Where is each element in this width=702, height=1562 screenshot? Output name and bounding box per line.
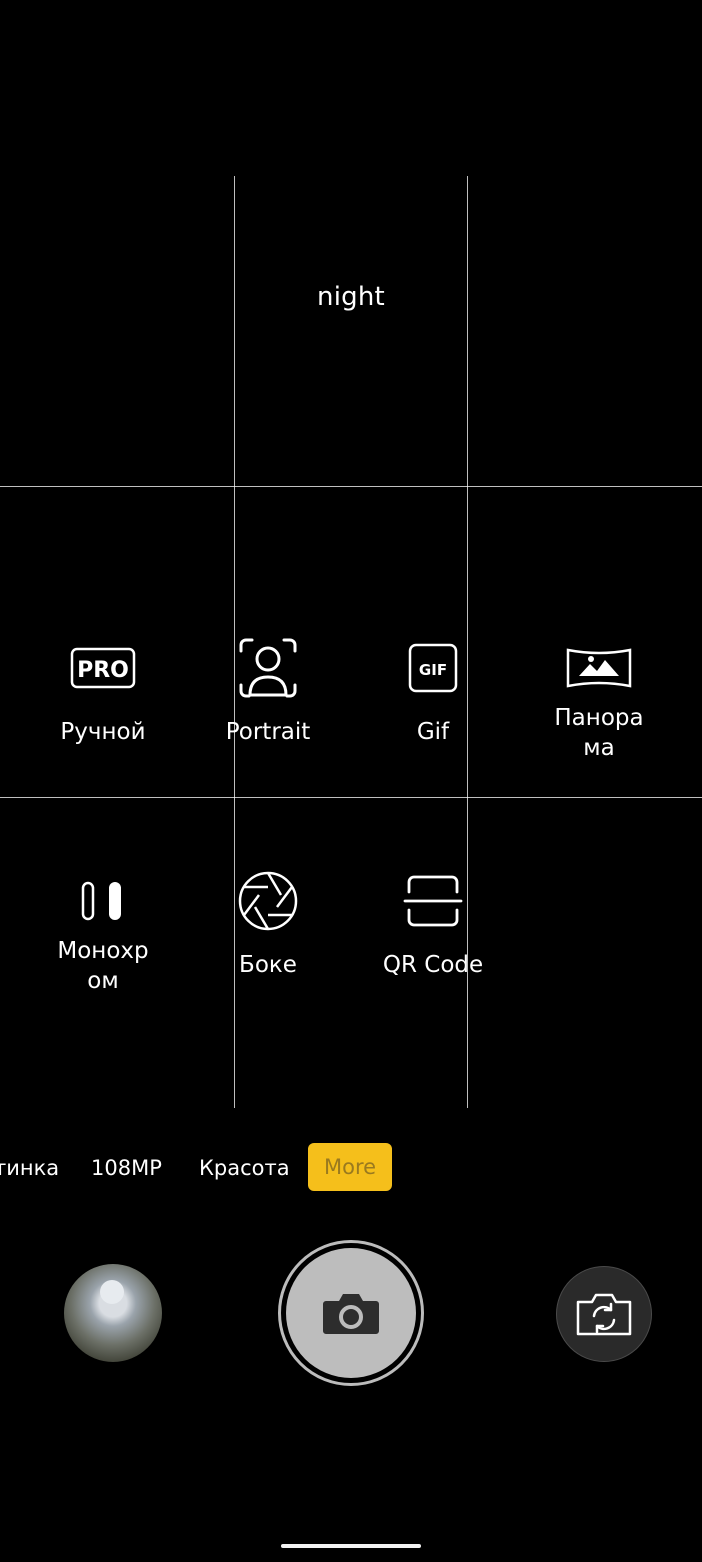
- panorama-icon: [516, 633, 682, 703]
- camera-icon: [323, 1294, 379, 1334]
- mode-strip-item-beauty[interactable]: Красота: [199, 1143, 290, 1193]
- mode-qr-code[interactable]: QR Code: [350, 866, 516, 980]
- mode-portrait[interactable]: Portrait: [185, 633, 351, 747]
- shutter-button[interactable]: [278, 1240, 424, 1386]
- mode-label: Панора ма: [554, 705, 644, 761]
- monochrome-icon: [20, 866, 186, 936]
- gallery-thumbnail[interactable]: [64, 1264, 162, 1362]
- aperture-icon: [185, 866, 351, 936]
- mode-panorama[interactable]: Панора ма: [516, 633, 682, 763]
- switch-camera-button[interactable]: [556, 1266, 652, 1362]
- mode-strip-item-108mp[interactable]: 108MP: [91, 1143, 162, 1193]
- mode-bokeh[interactable]: Боке: [185, 866, 351, 980]
- mode-strip-item-picture[interactable]: тинка: [0, 1143, 59, 1193]
- mode-label: QR Code: [382, 952, 484, 978]
- gif-icon: GIF: [350, 633, 516, 703]
- mode-label: Ручной: [60, 719, 146, 745]
- gif-icon-text: GIF: [419, 661, 447, 679]
- mode-label: Монохр ом: [57, 938, 149, 994]
- grid-line-horizontal-2: [0, 797, 702, 798]
- mode-gif[interactable]: GIF Gif: [350, 633, 516, 747]
- mode-strip-more-button[interactable]: More: [308, 1143, 393, 1191]
- switch-camera-icon: [576, 1293, 632, 1336]
- portrait-icon: [185, 633, 351, 703]
- mode-label: Gif: [416, 719, 450, 745]
- pro-icon: PRO: [20, 633, 186, 703]
- mode-strip: тинка 108MP Красота More: [0, 1143, 702, 1193]
- mode-monochrome[interactable]: Монохр ом: [20, 866, 186, 996]
- grid-line-horizontal-1: [0, 486, 702, 487]
- pro-icon-text: PRO: [77, 658, 129, 683]
- mode-manual[interactable]: PRO Ручной: [20, 633, 186, 747]
- scene-label: night: [317, 282, 385, 312]
- mode-label: Portrait: [225, 719, 311, 745]
- mode-label: Боке: [239, 952, 297, 978]
- home-indicator[interactable]: [281, 1544, 421, 1548]
- qr-scan-icon: [350, 866, 516, 936]
